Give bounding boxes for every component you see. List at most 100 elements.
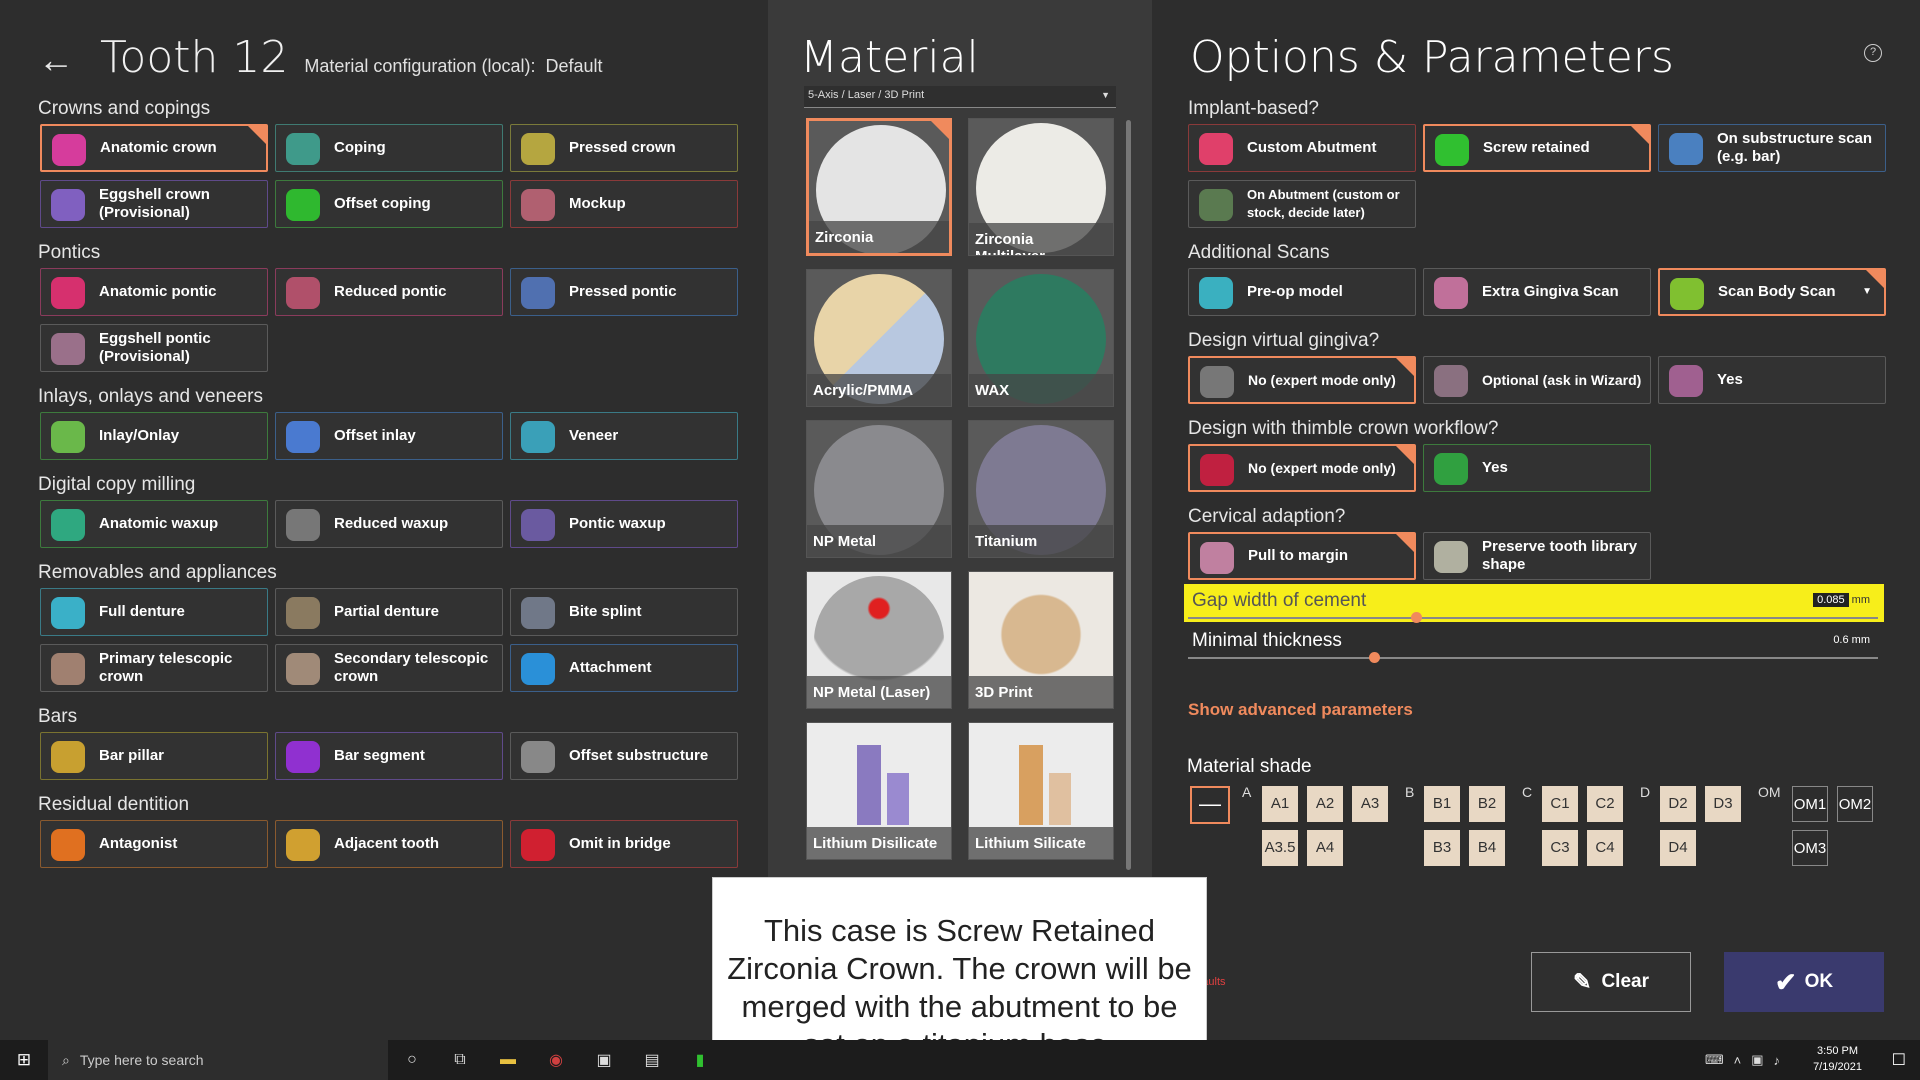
material-3d-print[interactable]: 3D Print	[968, 571, 1114, 709]
preop-model-button[interactable]: Pre-op model	[1188, 268, 1416, 316]
cad-app-icon[interactable]: ▣	[580, 1040, 628, 1080]
anatomic-waxup-button[interactable]: Anatomic waxup	[40, 500, 268, 548]
antagonist-button[interactable]: Antagonist	[40, 820, 268, 868]
gingiva-optional-button[interactable]: Optional (ask in Wizard)	[1423, 356, 1651, 404]
gap-width-slider[interactable]: Gap width of cement 0.085 mm	[1184, 584, 1884, 623]
offset-inlay-button[interactable]: Offset inlay	[275, 412, 503, 460]
notifications-icon[interactable]: ☐	[1892, 1050, 1906, 1070]
pressed-crown-button[interactable]: Pressed crown	[510, 124, 738, 172]
material-lithium-silicate[interactable]: Lithium Silicate	[968, 722, 1114, 860]
windows-start-icon[interactable]: ⊞	[0, 1040, 48, 1080]
screw-retained-button[interactable]: Screw retained	[1423, 124, 1651, 172]
min-thickness-value[interactable]: 0.6 mm	[1833, 634, 1870, 646]
offset-coping-button[interactable]: Offset coping	[275, 180, 503, 228]
reduced-waxup-button[interactable]: Reduced waxup	[275, 500, 503, 548]
material-wax[interactable]: WAX	[968, 269, 1114, 407]
help-icon[interactable]: ?	[1864, 44, 1882, 62]
gap-width-value[interactable]: 0.085 mm	[1813, 593, 1870, 607]
mockup-button[interactable]: Mockup	[510, 180, 738, 228]
chevron-up-icon[interactable]: ˄	[1734, 1053, 1742, 1068]
no-shade-button[interactable]: —	[1190, 786, 1230, 824]
custom-abutment-button[interactable]: Custom Abutment	[1188, 124, 1416, 172]
shade-om2[interactable]: OM2	[1837, 786, 1873, 822]
keyboard-icon[interactable]: ⌨	[1705, 1052, 1724, 1068]
offset-substructure-button[interactable]: Offset substructure	[510, 732, 738, 780]
pull-to-margin-button[interactable]: Pull to margin	[1188, 532, 1416, 580]
bar-pillar-button[interactable]: Bar pillar	[40, 732, 268, 780]
shade-b4[interactable]: B4	[1469, 830, 1505, 866]
material-zirconia-multilayer[interactable]: Zirconia Multilayer	[968, 118, 1114, 256]
network-icon[interactable]: ▣	[1751, 1052, 1763, 1068]
bar-segment-button[interactable]: Bar segment	[275, 732, 503, 780]
on-substructure-button[interactable]: On substructure scan (e.g. bar)	[1658, 124, 1886, 172]
material-acrylic[interactable]: Acrylic/PMMA	[806, 269, 952, 407]
gingiva-yes-button[interactable]: Yes	[1658, 356, 1886, 404]
ok-button[interactable]: ✔ OK	[1724, 952, 1884, 1012]
shade-a3[interactable]: A3	[1352, 786, 1388, 822]
thimble-no-button[interactable]: No (expert mode only)	[1188, 444, 1416, 492]
primary-telescopic-button[interactable]: Primary telescopic crown	[40, 644, 268, 692]
shade-a2[interactable]: A2	[1307, 786, 1343, 822]
pressed-pontic-button[interactable]: Pressed pontic	[510, 268, 738, 316]
extra-gingiva-button[interactable]: Extra Gingiva Scan	[1423, 268, 1651, 316]
preserve-shape-button[interactable]: Preserve tooth library shape	[1423, 532, 1651, 580]
material-titanium[interactable]: Titanium	[968, 420, 1114, 558]
clear-button[interactable]: ✎ Clear	[1531, 952, 1691, 1012]
secondary-telescopic-button[interactable]: Secondary telescopic crown	[275, 644, 503, 692]
shade-a1[interactable]: A1	[1262, 786, 1298, 822]
shade-d3[interactable]: D3	[1705, 786, 1741, 822]
shade-c3[interactable]: C3	[1542, 830, 1578, 866]
shade-c4[interactable]: C4	[1587, 830, 1623, 866]
material-zirconia[interactable]: Zirconia	[806, 118, 952, 256]
gingiva-no-button[interactable]: No (expert mode only)	[1188, 356, 1416, 404]
material-scrollbar[interactable]	[1126, 120, 1131, 870]
taskbar-search[interactable]: ⌕ Type here to search	[48, 1040, 388, 1080]
thimble-yes-button[interactable]: Yes	[1423, 444, 1651, 492]
cortana-icon[interactable]: ○	[388, 1040, 436, 1080]
bite-splint-button[interactable]: Bite splint	[510, 588, 738, 636]
on-abutment-button[interactable]: On Abutment (custom or stock, decide lat…	[1188, 180, 1416, 228]
eggshell-pontic-button[interactable]: Eggshell pontic (Provisional)	[40, 324, 268, 372]
attachment-button[interactable]: Attachment	[510, 644, 738, 692]
advanced-parameters-link[interactable]: Show advanced parameters	[1188, 700, 1413, 720]
chrome-icon[interactable]: ◉	[532, 1040, 580, 1080]
material-np-metal-laser[interactable]: NP Metal (Laser)	[806, 571, 952, 709]
shade-b2[interactable]: B2	[1469, 786, 1505, 822]
shade-b3[interactable]: B3	[1424, 830, 1460, 866]
back-arrow-icon[interactable]: ←	[38, 34, 74, 86]
partial-denture-button[interactable]: Partial denture	[275, 588, 503, 636]
file-explorer-icon[interactable]: ▬	[484, 1040, 532, 1080]
material-lithium-disilicate[interactable]: Lithium Disilicate	[806, 722, 952, 860]
anatomic-crown-button[interactable]: Anatomic crown	[40, 124, 268, 172]
shade-b1[interactable]: B1	[1424, 786, 1460, 822]
coping-button[interactable]: Coping	[275, 124, 503, 172]
shade-d4[interactable]: D4	[1660, 830, 1696, 866]
adjacent-tooth-button[interactable]: Adjacent tooth	[275, 820, 503, 868]
min-thickness-knob[interactable]	[1369, 652, 1381, 663]
eggshell-crown-button[interactable]: Eggshell crown (Provisional)	[40, 180, 268, 228]
volume-icon[interactable]: ♪	[1774, 1053, 1781, 1068]
omit-bridge-button[interactable]: Omit in bridge	[510, 820, 738, 868]
shade-c2[interactable]: C2	[1587, 786, 1623, 822]
pontic-waxup-button[interactable]: Pontic waxup	[510, 500, 738, 548]
veneer-button[interactable]: Veneer	[510, 412, 738, 460]
machine-select[interactable]: 5-Axis / Laser / 3D Print ▼	[804, 86, 1116, 108]
scan-body-button[interactable]: Scan Body Scan ▼	[1658, 268, 1886, 316]
full-denture-button[interactable]: Full denture	[40, 588, 268, 636]
reduced-pontic-button[interactable]: Reduced pontic	[275, 268, 503, 316]
shade-a35[interactable]: A3.5	[1262, 830, 1298, 866]
anatomic-pontic-button[interactable]: Anatomic pontic	[40, 268, 268, 316]
shade-om3[interactable]: OM3	[1792, 830, 1828, 866]
task-view-icon[interactable]: ⧉	[436, 1040, 484, 1080]
inlay-onlay-button[interactable]: Inlay/Onlay	[40, 412, 268, 460]
material-np-metal[interactable]: NP Metal	[806, 420, 952, 558]
exocad-icon[interactable]: ▤	[628, 1040, 676, 1080]
gap-width-knob[interactable]	[1410, 612, 1422, 623]
shade-a4[interactable]: A4	[1307, 830, 1343, 866]
app-icon[interactable]: ▮	[676, 1040, 724, 1080]
shade-om1[interactable]: OM1	[1792, 786, 1828, 822]
shade-c1[interactable]: C1	[1542, 786, 1578, 822]
clock[interactable]: 3:50 PM 7/19/2021	[1813, 1043, 1862, 1075]
shade-d2[interactable]: D2	[1660, 786, 1696, 822]
min-thickness-slider[interactable]: Minimal thickness 0.6 mm	[1184, 624, 1884, 663]
